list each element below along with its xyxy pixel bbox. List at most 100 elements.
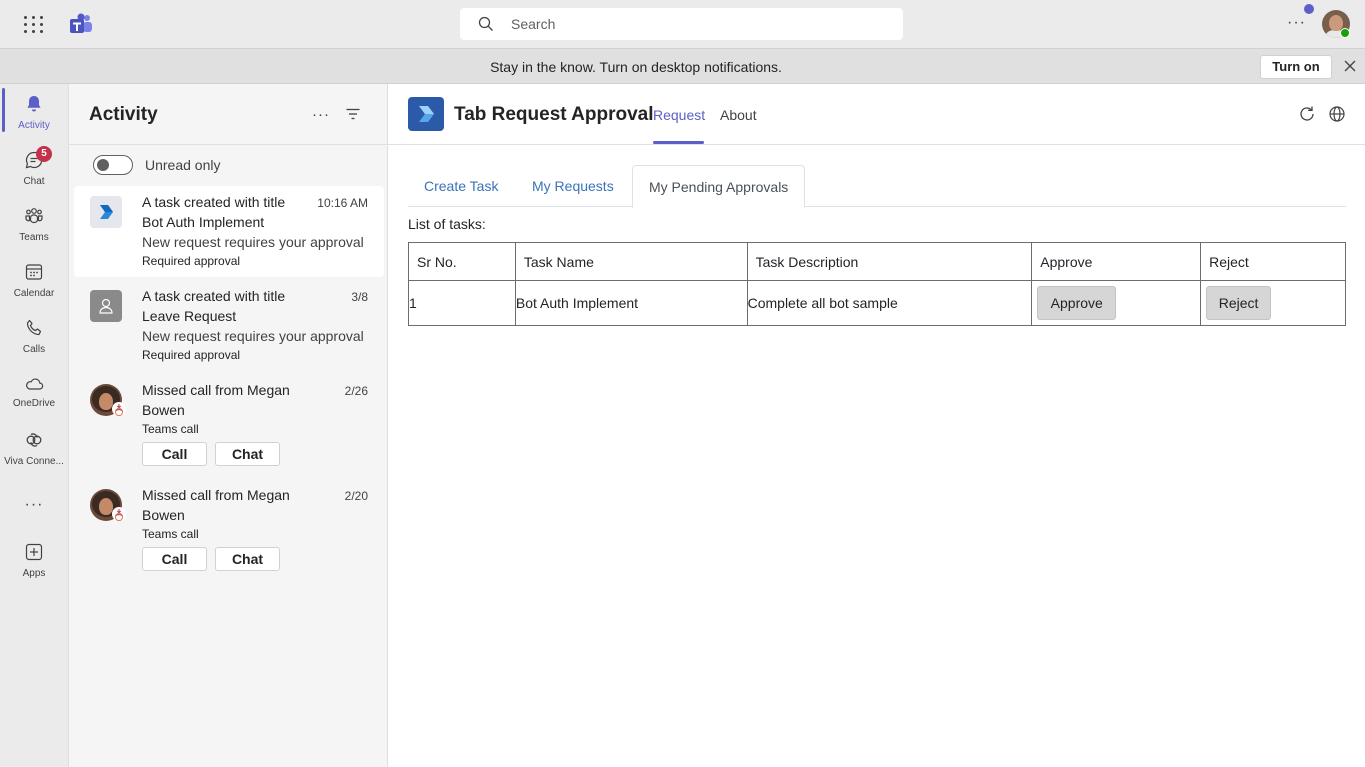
app-header: Tab Request Approval Request About: [388, 84, 1365, 145]
tab-my-requests[interactable]: My Requests: [516, 165, 630, 207]
activity-title: Activity: [89, 104, 158, 125]
tab-request[interactable]: Request: [653, 107, 705, 123]
add-app-icon: [25, 543, 43, 561]
approve-button[interactable]: Approve: [1037, 286, 1117, 320]
more-options-icon[interactable]: ···: [1287, 14, 1307, 34]
teams-logo-icon: [70, 13, 92, 33]
search-placeholder: Search: [511, 16, 556, 32]
cell-reject: Reject: [1200, 280, 1346, 326]
filter-icon[interactable]: [345, 106, 361, 122]
rail-item-apps[interactable]: Apps: [0, 532, 68, 588]
app-avatar: [90, 196, 122, 228]
phone-icon: [26, 319, 42, 336]
call-button[interactable]: Call: [142, 547, 207, 571]
rail-label: OneDrive: [12, 398, 56, 409]
activity-item-time: 2/26: [344, 384, 368, 398]
rail-label: Viva Conne...: [4, 456, 64, 467]
cell-approve: Approve: [1031, 280, 1202, 326]
rail-label: Apps: [22, 568, 46, 579]
chat-button[interactable]: Chat: [215, 547, 280, 571]
activity-item-tag: Required approval: [142, 348, 241, 362]
active-tab-indicator: [653, 141, 704, 144]
activity-item-message: New request requires your approval: [142, 328, 364, 344]
activity-item[interactable]: A task created with title Leave Request …: [74, 280, 384, 371]
title-bar: Search ···: [0, 0, 1365, 48]
approval-app-icon: [100, 205, 113, 219]
cell-task-name: Bot Auth Implement: [514, 280, 748, 326]
activity-item[interactable]: A task created with title Bot Auth Imple…: [74, 186, 384, 277]
app-title: Tab Request Approval: [454, 104, 654, 125]
table-header-row: Sr No. Task Name Task Description Approv…: [408, 242, 1346, 281]
approval-app-icon: [419, 106, 434, 122]
rail-item-chat[interactable]: 5 Chat: [0, 140, 68, 196]
cell-sr-no: 1: [408, 280, 516, 326]
notification-banner: Stay in the know. Turn on desktop notifi…: [0, 48, 1365, 84]
rail-label: Calls: [22, 344, 46, 355]
activity-item-subtitle: Leave Request: [142, 308, 237, 324]
more-icon: ···: [24, 496, 44, 513]
globe-icon[interactable]: [1328, 105, 1346, 123]
app-logo: [408, 97, 444, 131]
activity-item-time: 10:16 AM: [317, 196, 368, 210]
teams-icon: [25, 208, 43, 224]
activity-item-tag: Teams call: [142, 422, 199, 436]
activity-item-title: A task created with title: [142, 194, 286, 210]
presence-available-icon: [1340, 28, 1350, 38]
activity-item-title: Missed call from Megan: [142, 487, 290, 503]
calendar-icon: [25, 264, 43, 280]
call-button[interactable]: Call: [142, 442, 207, 466]
activity-item-time: 3/8: [351, 290, 368, 304]
search-icon: [478, 16, 493, 31]
activity-item-message: New request requires your approval: [142, 234, 364, 250]
activity-item-title: Missed call from Megan: [142, 382, 290, 398]
activity-item[interactable]: Missed call from Megan Bowen Teams call …: [74, 374, 384, 474]
missed-call-icon: [112, 402, 126, 417]
chat-button[interactable]: Chat: [215, 442, 280, 466]
close-icon[interactable]: [1343, 59, 1357, 73]
refresh-icon[interactable]: [1298, 105, 1316, 123]
rail-item-calendar[interactable]: Calendar: [0, 252, 68, 308]
activity-pane: Activity ··· Unread only A task created …: [68, 84, 388, 767]
more-options-icon[interactable]: ···: [312, 106, 330, 123]
activity-item-subtitle: Bowen: [142, 402, 185, 418]
tab-about[interactable]: About: [720, 107, 757, 123]
activity-item-tag: Teams call: [142, 527, 199, 541]
activity-item-title: A task created with title: [142, 288, 286, 304]
notification-dot: [1304, 4, 1314, 14]
rail-item-calls[interactable]: Calls: [0, 308, 68, 364]
tab-create-task[interactable]: Create Task: [408, 165, 514, 207]
app-content: Tab Request Approval Request About Creat…: [388, 84, 1365, 767]
app-launcher-icon[interactable]: [24, 14, 44, 34]
column-header: Task Name: [514, 242, 748, 281]
rail-item-activity[interactable]: Activity: [0, 84, 68, 140]
tab-my-pending-approvals[interactable]: My Pending Approvals: [632, 165, 806, 208]
table-row: 1 Bot Auth Implement Complete all bot sa…: [408, 280, 1346, 326]
divider: [69, 144, 387, 145]
rail-item-viva-connections[interactable]: Viva Conne...: [0, 420, 68, 476]
turn-on-notifications-button[interactable]: Turn on: [1260, 55, 1332, 79]
missed-call-icon: [112, 507, 126, 522]
app-rail: Activity 5 Chat Teams Calendar Calls One…: [0, 84, 68, 767]
unread-badge: 5: [36, 146, 52, 162]
list-label: List of tasks:: [408, 216, 486, 232]
column-header: Approve: [1031, 242, 1202, 281]
app-avatar: [90, 290, 122, 322]
unread-only-toggle[interactable]: [93, 155, 133, 175]
activity-item-tag: Required approval: [142, 254, 241, 268]
viva-connections-icon: [26, 433, 42, 447]
activity-item-subtitle: Bot Auth Implement: [142, 214, 265, 230]
bell-icon: [27, 96, 41, 112]
banner-message: Stay in the know. Turn on desktop notifi…: [490, 59, 782, 75]
rail-item-onedrive[interactable]: OneDrive: [0, 364, 68, 420]
reject-button[interactable]: Reject: [1206, 286, 1272, 320]
rail-label: Chat: [23, 176, 45, 187]
rail-label: Teams: [19, 232, 49, 243]
rail-label: Calendar: [13, 288, 55, 299]
rail-item-teams[interactable]: Teams: [0, 196, 68, 252]
search-input[interactable]: Search: [460, 8, 903, 40]
column-header: Task Description: [746, 242, 1033, 281]
activity-item[interactable]: Missed call from Megan Bowen Teams call …: [74, 479, 384, 579]
cell-task-description: Complete all bot sample: [746, 280, 1033, 326]
column-header: Sr No.: [408, 242, 516, 281]
activity-item-subtitle: Bowen: [142, 507, 185, 523]
